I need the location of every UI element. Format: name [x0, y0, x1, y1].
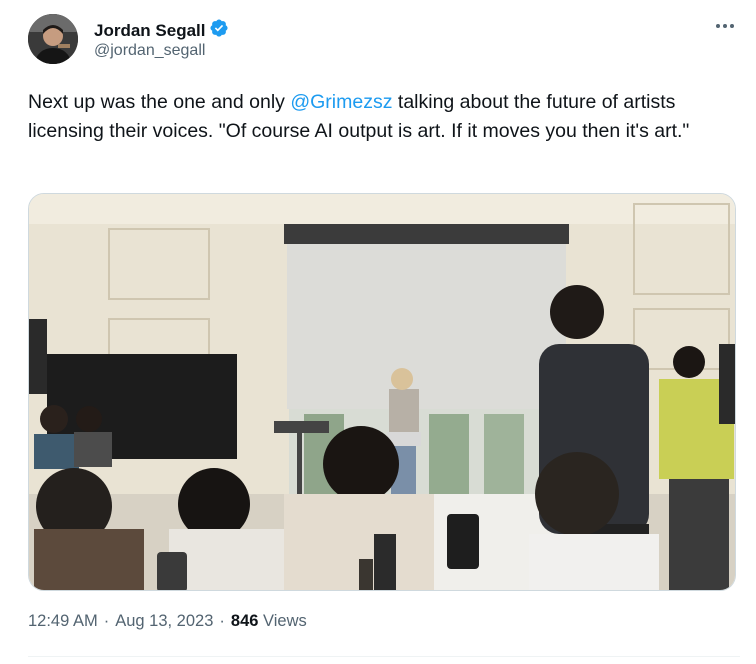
tweet-media[interactable] — [28, 193, 736, 591]
author-name[interactable]: Jordan Segall — [94, 21, 205, 41]
author-handle[interactable]: @jordan_segall — [94, 42, 205, 60]
meta-separator: · — [103, 612, 110, 630]
tweet-text-start: Next up was the one and only — [28, 91, 291, 113]
mention-link[interactable]: @Grimezsz — [290, 91, 392, 113]
views-count: 846 — [230, 612, 259, 630]
more-options-icon — [716, 24, 734, 28]
tweet-header: Jordan Segall @jordan_segall — [28, 14, 740, 66]
more-options-button[interactable] — [710, 14, 740, 38]
media-image — [29, 194, 735, 590]
tweet-text: Next up was the one and only @Grimezsz t… — [28, 88, 728, 146]
meta-separator: · — [219, 612, 225, 630]
avatar-image — [28, 14, 78, 64]
verified-badge-icon — [209, 18, 229, 43]
author-name-row: Jordan Segall — [94, 18, 229, 43]
divider — [28, 656, 740, 657]
tweet-meta: 12:49 AM · Aug 13, 2023 · 846 Views — [28, 612, 307, 631]
views-stat[interactable]: 846 Views — [231, 612, 307, 631]
avatar[interactable] — [28, 14, 78, 64]
tweet-time[interactable]: 12:49 AM — [28, 612, 98, 631]
tweet-date[interactable]: Aug 13, 2023 — [115, 612, 213, 631]
views-label: Views — [263, 612, 307, 630]
